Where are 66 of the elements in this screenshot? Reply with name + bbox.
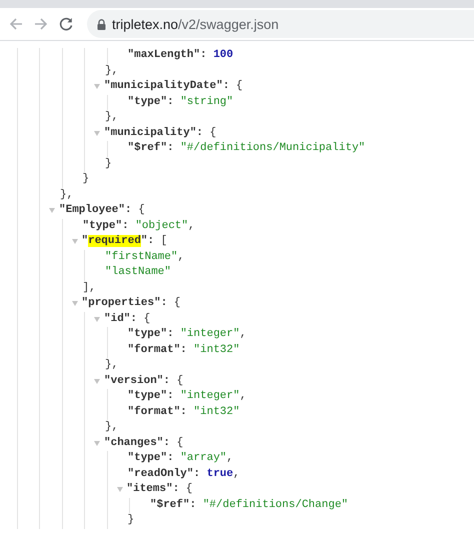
json-key: "required": [82,234,154,250]
json-bracket: { [176,374,184,388]
json-key: "type": [128,327,174,342]
json-value: "integer", [180,327,246,342]
json-value: "string" [180,94,234,110]
json-key: "id": [104,312,138,327]
json-value: "firstName", [105,250,184,264]
url-text: tripletex.no/v2/swagger.json [112,16,279,32]
json-value: "lastName" [105,265,172,280]
json-key: "properties": [82,296,168,312]
json-key: "format": [128,342,187,358]
json-key: "maxLength": [128,48,207,64]
json-key: "readOnly": [128,466,200,482]
json-bracket: { [186,482,193,497]
json-value: "array", [180,451,234,466]
json-key: "type": [82,218,129,234]
json-bracket: ], [82,280,96,296]
json-key: "$ref": [150,498,196,513]
json-bracket: { [138,203,145,218]
json-key: "municipalityDate": [104,79,230,94]
json-value: "int32" [194,404,240,420]
json-bracket: }, [60,188,74,202]
expand-toggle-icon[interactable] [116,487,122,492]
json-bracket: } [82,172,90,187]
json-bracket: { [210,126,216,140]
address-bar[interactable]: tripletex.no/v2/swagger.json [87,10,474,38]
json-bracket: { [236,79,243,94]
json-bracket: }, [105,64,118,78]
json-value: 100 [213,48,234,63]
back-arrow-icon [9,17,23,31]
json-key: "$ref": [128,141,174,156]
json-value: "int32" [194,342,240,358]
expand-toggle-icon[interactable] [94,130,100,136]
expand-toggle-icon[interactable] [94,378,100,384]
json-key: "type": [128,94,174,110]
expand-toggle-icon[interactable] [72,301,78,306]
json-key: "changes": [104,436,170,451]
json-key: "items": [126,482,180,498]
json-value: "#/definitions/Municipality" [180,141,366,156]
expand-toggle-icon[interactable] [94,316,100,322]
lock-icon [97,18,106,30]
expand-toggle-icon[interactable] [94,440,100,446]
forward-arrow-icon [34,17,48,31]
json-value: "#/definitions/Change" [202,498,348,512]
json-bracket: } [128,513,134,528]
json-bracket: }, [105,420,118,435]
json-key: "format": [128,404,187,420]
json-value: "integer", [180,389,246,404]
json-bracket: }, [105,110,118,125]
json-bracket: } [105,156,112,172]
json-bracket: [ [160,234,168,249]
json-value: true, [206,466,240,482]
expand-toggle-icon[interactable] [72,239,78,244]
json-value: "object", [135,218,195,234]
json-key: "municipality": [104,126,204,141]
json-bracket: { [176,436,184,450]
json-key: "type": [128,451,174,466]
json-key: "type": [128,389,174,404]
expand-toggle-icon[interactable] [49,208,55,214]
json-bracket: { [144,312,150,326]
json-bracket: }, [105,358,118,373]
expand-toggle-icon[interactable] [94,84,100,90]
json-key: "Employee": [59,203,132,218]
json-bracket: { [174,296,181,311]
reload-icon [59,17,73,31]
json-key: "version": [104,374,170,389]
